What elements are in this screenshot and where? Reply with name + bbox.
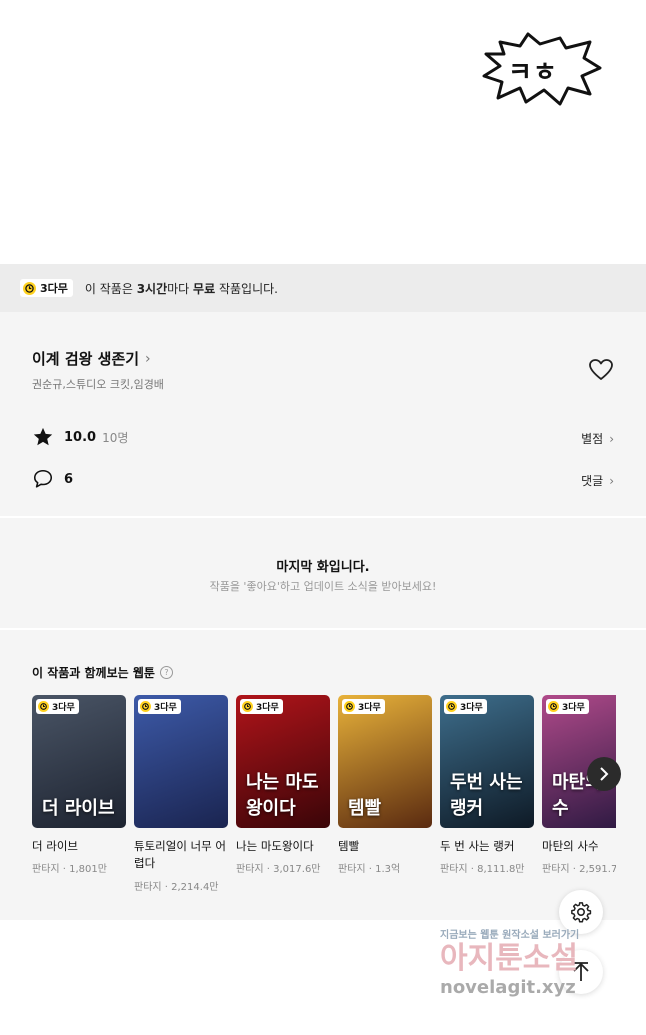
webtoon-title[interactable]: 마탄의 사수 <box>542 838 616 855</box>
carousel-next-button[interactable] <box>587 757 621 791</box>
badge-label: 3다무 <box>460 703 483 713</box>
clock-icon <box>38 701 49 712</box>
clock-icon <box>140 701 151 712</box>
free-notice-bar: 3다무 이 작품은 3시간마다 무료 작품입니다. <box>0 264 646 312</box>
recommendation-section: 이 작품과 함께보는 웹툰 ? 3다무 더 라이브 더 라이브 판타지 · 1,801… <box>0 630 646 920</box>
last-episode-subtitle: 작품을 '좋아요'하고 업데이트 소식을 받아보세요! <box>209 580 437 593</box>
wait-free-badge: 3다무 <box>138 699 181 714</box>
watermark-line3: novelagit.xyz <box>440 977 576 998</box>
gear-icon <box>571 902 592 923</box>
webtoon-title[interactable]: 나는 마도왕이다 <box>236 838 330 855</box>
chevron-right-icon: › <box>145 350 151 367</box>
chevron-right-icon <box>600 767 609 781</box>
webtoon-title[interactable]: 튜토리얼이 너무 어렵다 <box>134 838 228 873</box>
webtoon-card[interactable]: 3다무 템빨 템빨 판타지 · 1.3억 <box>338 695 432 875</box>
last-episode-title: 마지막 화입니다. <box>276 560 370 575</box>
clock-icon <box>242 701 253 712</box>
cover-title-art: 나는 마도왕이다 <box>246 772 319 819</box>
webtoon-cover[interactable]: 3다무템빨 <box>338 695 432 828</box>
badge-label: 3다무 <box>154 703 177 713</box>
rating-row: 10.0 10명 <box>32 426 128 448</box>
rating-link-label: 별점 <box>581 432 604 446</box>
series-title-link[interactable]: 이계 검왕 생존기 › <box>32 348 151 369</box>
watermark: 지금보는 웹툰 원작소설 보러가기 아지툰소설 novelagit.xyz <box>440 926 640 998</box>
wait-free-badge: 3다무 <box>240 699 283 714</box>
webtoon-meta: 판타지 · 1.3억 <box>338 864 401 876</box>
badge-label: 3다무 <box>358 703 381 713</box>
comment-row: 6 <box>32 468 73 490</box>
badge-label: 3다무 <box>256 703 279 713</box>
badge-label: 3다무 <box>40 282 68 295</box>
wait-free-badge: 3다무 <box>444 699 487 714</box>
recommendation-title: 이 작품과 함께보는 웹툰 ? <box>32 664 173 681</box>
clock-icon <box>548 701 559 712</box>
webtoon-cover[interactable]: 3다무 <box>134 695 228 828</box>
notice-text: 이 작품은 3시간마다 무료 작품입니다. <box>84 281 278 296</box>
webtoon-cover[interactable]: 3다무나는 마도왕이다 <box>236 695 330 828</box>
clock-icon <box>446 701 457 712</box>
wait-free-badge: 3다무 <box>36 699 79 714</box>
watermark-line2: 아지툰소설 <box>440 941 578 976</box>
webtoon-meta: 판타지 · 3,017.6만 <box>236 864 321 876</box>
clock-icon <box>344 701 355 712</box>
cover-title-art: 두번 사는 랭커 <box>450 772 523 819</box>
last-episode-notice: 마지막 화입니다. 작품을 '좋아요'하고 업데이트 소식을 받아보세요! <box>0 518 646 628</box>
wait-free-badge: 3다무 <box>20 279 73 297</box>
webtoon-card[interactable]: 3다무 더 라이브 더 라이브 판타지 · 1,801만 <box>32 695 126 875</box>
heart-icon[interactable] <box>588 358 614 382</box>
webtoon-card[interactable]: 3다무두번 사는 랭커두 번 사는 랭커판타지 · 8,111.8만 <box>440 695 534 875</box>
recommendation-carousel: 3다무 더 라이브 더 라이브 판타지 · 1,801만 3다무 튜토리얼이 너무 어렵다… <box>32 695 616 905</box>
webtoon-cover[interactable]: 3다무두번 사는 랭커 <box>440 695 534 828</box>
comic-panel: ㅋㅎ <box>0 0 646 264</box>
webtoon-card[interactable]: 3다무튜토리얼이 너무 어렵다판타지 · 2,214.4만 <box>134 695 228 893</box>
comment-link[interactable]: 댓글 › <box>581 472 614 489</box>
rating-count: 10명 <box>102 430 129 445</box>
webtoon-title[interactable]: 템빨 <box>338 838 432 855</box>
comment-count: 6 <box>64 471 74 487</box>
recommendation-title-text: 이 작품과 함께보는 웹툰 <box>32 666 155 680</box>
badge-label: 3다무 <box>52 703 75 713</box>
badge-label: 3다무 <box>562 703 585 713</box>
star-icon <box>33 427 53 446</box>
series-info-panel: 이계 검왕 생존기 › 권순규,스튜디오 크킷,임경배 10.0 10명 별점 … <box>0 312 646 516</box>
series-authors: 권순규,스튜디오 크킷,임경배 <box>32 378 164 391</box>
chevron-right-icon: › <box>609 431 614 446</box>
sfx-text: ㅋㅎ <box>508 58 558 88</box>
webtoon-meta: 판타지 · 8,111.8만 <box>440 864 525 876</box>
cover-title-art: 템빨 <box>348 798 382 819</box>
webtoon-cover[interactable]: 3다무더 라이브 <box>32 695 126 828</box>
help-icon[interactable]: ? <box>159 666 173 679</box>
comment-icon <box>33 469 53 488</box>
webtoon-title[interactable]: 더 라이브 <box>32 838 126 855</box>
comment-link-label: 댓글 <box>581 474 604 488</box>
rating-value: 10.0 <box>64 429 97 445</box>
cover-title-art: 더 라이브 <box>42 798 115 819</box>
rating-link[interactable]: 별점 › <box>581 430 614 447</box>
chevron-right-icon: › <box>609 473 614 488</box>
webtoon-meta: 판타지 · 2,214.4만 <box>134 881 219 893</box>
watermark-line1: 지금보는 웹툰 원작소설 보러가기 <box>440 930 580 941</box>
webtoon-title[interactable]: 두 번 사는 랭커 <box>440 838 534 855</box>
wait-free-badge: 3다무 <box>546 699 589 714</box>
clock-icon <box>23 281 36 295</box>
wait-free-badge: 3다무 <box>342 699 385 714</box>
series-title: 이계 검왕 생존기 <box>32 350 140 368</box>
webtoon-meta: 판타지 · 2,591.7만 <box>542 864 616 876</box>
webtoon-meta: 판타지 · 1,801만 <box>32 864 107 876</box>
webtoon-card[interactable]: 3다무 나는 마도왕이다 나는 마도왕이다 판타지 · 3,017.6만 <box>236 695 330 875</box>
